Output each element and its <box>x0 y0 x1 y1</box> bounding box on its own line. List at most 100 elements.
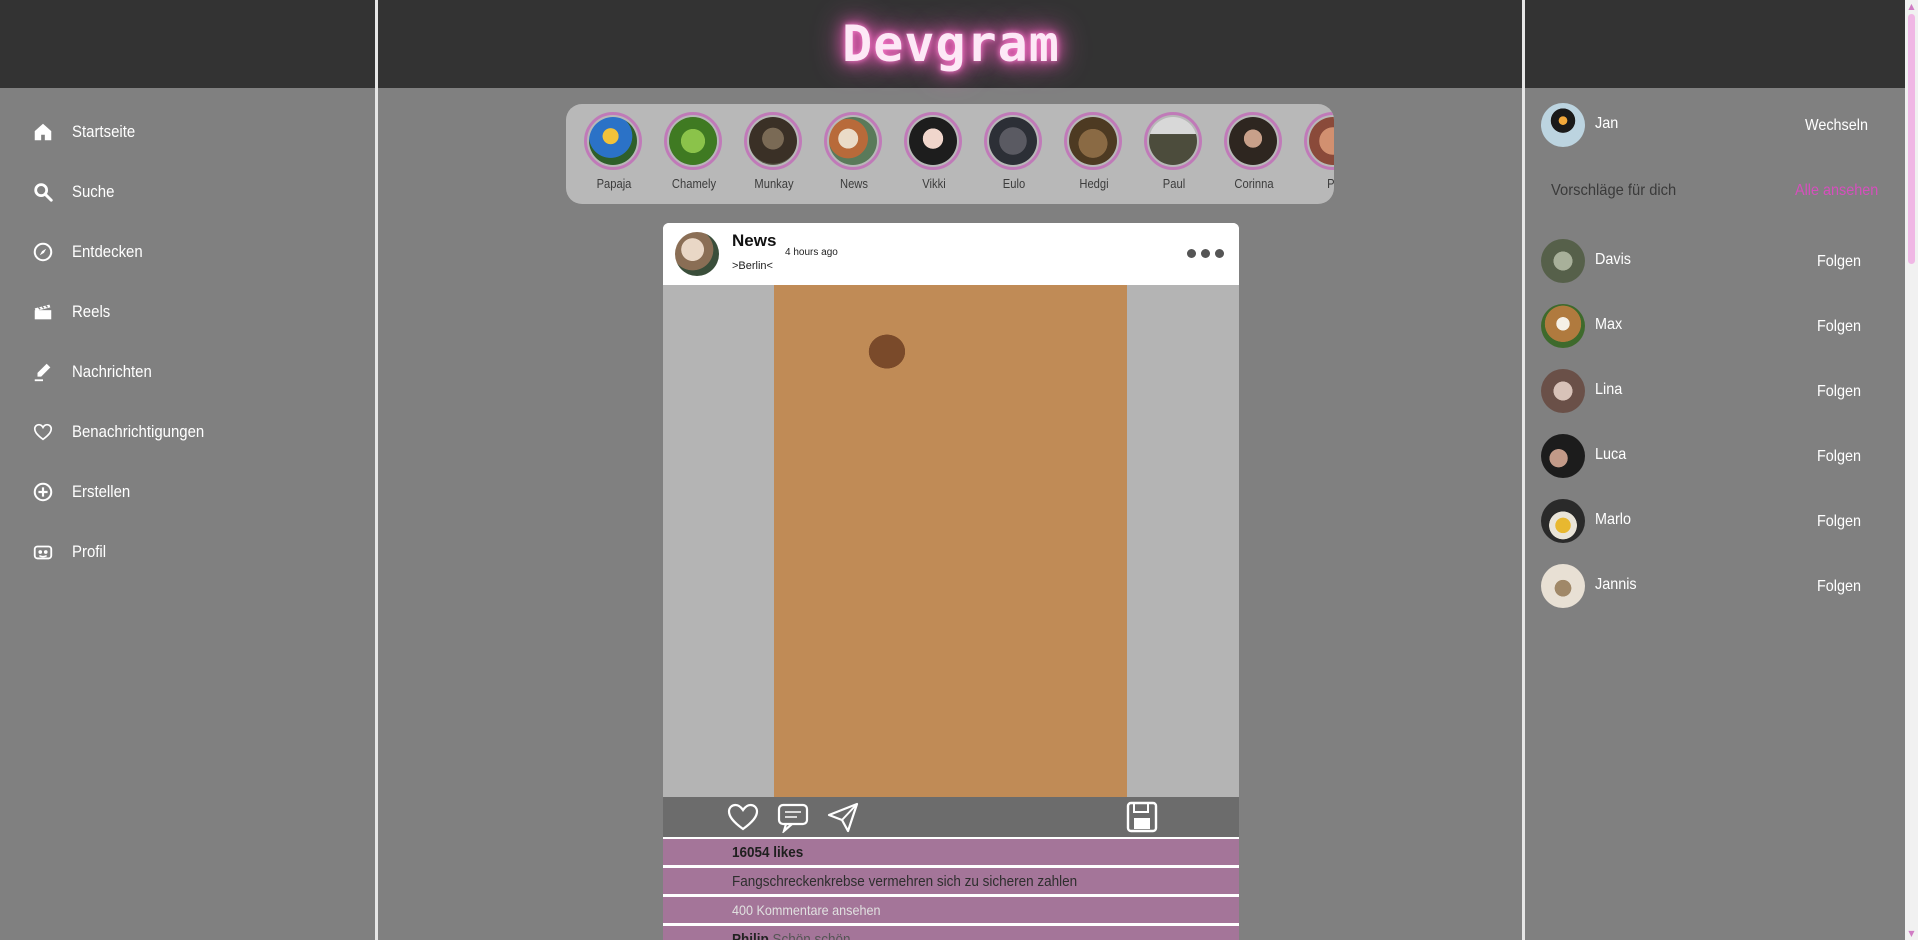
story-papaja[interactable]: Papaja <box>584 112 644 191</box>
follow-button[interactable]: Folgen <box>1817 513 1861 531</box>
suggestion-name[interactable]: Luca <box>1595 446 1626 464</box>
plus-circle-icon <box>30 479 56 505</box>
nav-item-suche[interactable]: Suche <box>30 172 350 212</box>
comment-text: Schön schön <box>772 931 851 940</box>
suggestions-title: Vorschläge für dich <box>1551 182 1677 199</box>
suggestion-name[interactable]: Max <box>1595 316 1622 334</box>
story-ring <box>584 112 642 170</box>
nav-item-reels[interactable]: Reels <box>30 292 350 332</box>
story-ring <box>984 112 1042 170</box>
story-ring <box>904 112 962 170</box>
nav-item-startseite[interactable]: Startseite <box>30 112 350 152</box>
post-location[interactable]: >Berlin< <box>732 260 773 272</box>
post-image[interactable] <box>774 285 1127 797</box>
story-avatar <box>989 117 1037 165</box>
story-avatar <box>1309 117 1334 165</box>
view-comments-link[interactable]: 400 Kommentare ansehen <box>732 902 881 918</box>
nav-item-benachrichtigungen[interactable]: Benachrichtigungen <box>30 412 350 452</box>
post-timestamp: 4 hours ago <box>785 247 838 258</box>
story-ring <box>664 112 722 170</box>
story-munkay[interactable]: Munkay <box>744 112 804 191</box>
first-comment: Philip Schön schön <box>732 931 851 940</box>
save-floppy-icon[interactable] <box>1125 801 1159 833</box>
story-avatar <box>669 117 717 165</box>
story-name: Munkay <box>754 176 794 191</box>
likes-row: 16054 likes <box>663 837 1239 865</box>
nav-item-entdecken[interactable]: Entdecken <box>30 232 350 272</box>
follow-button[interactable]: Folgen <box>1817 253 1861 271</box>
share-send-icon[interactable] <box>826 801 860 833</box>
story-corinna[interactable]: Corinna <box>1224 112 1284 191</box>
story-ring <box>1064 112 1122 170</box>
post-author-avatar[interactable] <box>675 232 719 276</box>
story-ring <box>1304 112 1334 170</box>
nav-label: Erstellen <box>72 482 131 501</box>
compass-icon <box>30 239 56 265</box>
stories-bar: Papaja Chamely Munkay News Vikki Eulo He… <box>566 104 1334 204</box>
post-caption: Fangschreckenkrebse vermehren sich zu si… <box>732 873 1078 890</box>
caption-row: Fangschreckenkrebse vermehren sich zu si… <box>663 866 1239 894</box>
home-icon <box>30 119 56 145</box>
story-ph[interactable]: Ph <box>1304 112 1334 191</box>
suggestion-avatar[interactable] <box>1541 499 1585 543</box>
feed-post: News >Berlin< 4 hours ago 16054 likes Fa… <box>663 223 1239 940</box>
story-avatar <box>589 117 637 165</box>
nav-label: Reels <box>72 302 111 321</box>
follow-button[interactable]: Folgen <box>1817 318 1861 336</box>
story-paul[interactable]: Paul <box>1144 112 1204 191</box>
story-avatar <box>829 117 877 165</box>
profile-icon <box>30 539 56 565</box>
suggestion-name[interactable]: Davis <box>1595 251 1631 269</box>
story-name: Hedgi <box>1079 176 1109 191</box>
nav-item-erstellen[interactable]: Erstellen <box>30 472 350 512</box>
right-divider <box>1522 0 1525 940</box>
nav-label: Nachrichten <box>72 362 152 381</box>
left-divider <box>375 0 378 940</box>
likes-count[interactable]: 16054 likes <box>732 844 803 861</box>
suggestion-avatar[interactable] <box>1541 304 1585 348</box>
story-hedgi[interactable]: Hedgi <box>1064 112 1124 191</box>
story-name: Paul <box>1162 176 1186 191</box>
comments-row: 400 Kommentare ansehen <box>663 895 1239 923</box>
follow-button[interactable]: Folgen <box>1817 578 1861 596</box>
suggestion-avatar[interactable] <box>1541 564 1585 608</box>
like-heart-icon[interactable] <box>726 801 760 833</box>
current-user-name[interactable]: Jan <box>1595 115 1618 133</box>
story-name: Vikki <box>922 176 946 191</box>
comment-author[interactable]: Philip <box>732 931 769 940</box>
story-news[interactable]: News <box>824 112 884 191</box>
suggestion-name[interactable]: Marlo <box>1595 511 1631 529</box>
post-author-name[interactable]: News <box>732 231 776 251</box>
scroll-down-icon[interactable]: ▼ <box>1905 927 1918 940</box>
suggestion-name[interactable]: Jannis <box>1595 576 1637 594</box>
app-logo[interactable]: Devgram <box>378 0 1524 88</box>
story-ring <box>1224 112 1282 170</box>
nav-label: Benachrichtigungen <box>72 422 205 441</box>
follow-button[interactable]: Folgen <box>1817 383 1861 401</box>
story-vikki[interactable]: Vikki <box>904 112 964 191</box>
comment-icon[interactable] <box>776 801 810 835</box>
story-name: News <box>840 176 868 191</box>
post-actions-bar <box>663 797 1239 837</box>
switch-account-button[interactable]: Wechseln <box>1805 117 1868 135</box>
current-user-avatar[interactable] <box>1541 103 1585 147</box>
story-name: Papaja <box>596 176 632 191</box>
nav-label: Entdecken <box>72 242 143 261</box>
story-avatar <box>1149 117 1197 165</box>
scroll-up-icon[interactable]: ▲ <box>1905 0 1918 13</box>
nav-label: Suche <box>72 182 115 201</box>
suggestion-name[interactable]: Lina <box>1595 381 1622 399</box>
follow-button[interactable]: Folgen <box>1817 448 1861 466</box>
nav-item-nachrichten[interactable]: Nachrichten <box>30 352 350 392</box>
suggestion-avatar[interactable] <box>1541 239 1585 283</box>
story-chamely[interactable]: Chamely <box>664 112 724 191</box>
suggestion-avatar[interactable] <box>1541 369 1585 413</box>
more-options-icon[interactable] <box>1183 245 1227 261</box>
story-ring <box>824 112 882 170</box>
suggestion-avatar[interactable] <box>1541 434 1585 478</box>
scrollbar-thumb[interactable] <box>1908 14 1915 264</box>
see-all-link[interactable]: Alle ansehen <box>1795 182 1878 200</box>
post-header: News >Berlin< 4 hours ago <box>663 223 1239 285</box>
nav-item-profil[interactable]: Profil <box>30 532 350 572</box>
story-eulo[interactable]: Eulo <box>984 112 1044 191</box>
